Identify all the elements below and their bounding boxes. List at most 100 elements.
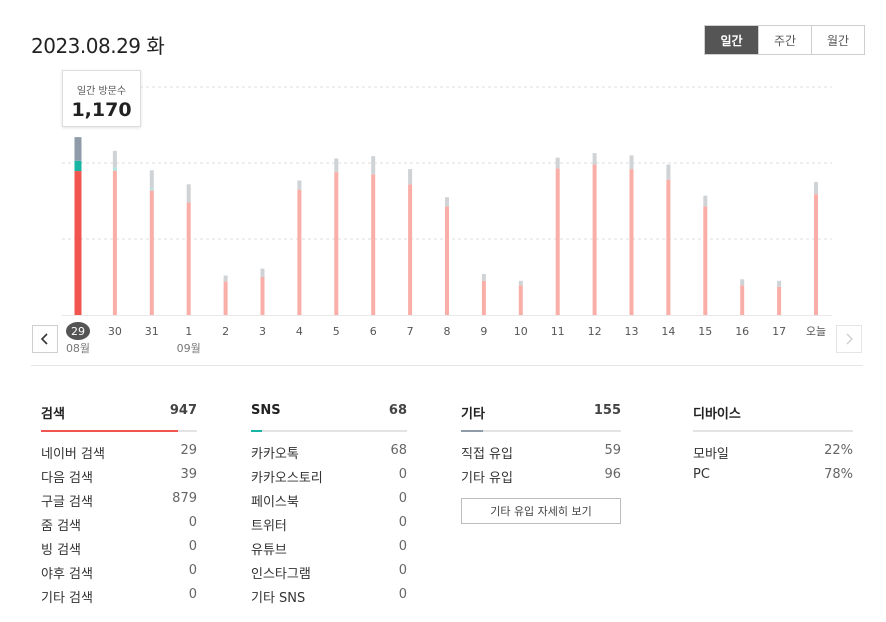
x-tick-label: 14	[661, 325, 675, 338]
bar-etc-segment	[740, 279, 745, 286]
bar-sns-segment	[74, 160, 82, 172]
stat-value: 78%	[824, 467, 853, 482]
search-stats-total: 947	[169, 403, 197, 418]
stat-label: 기타 유입	[461, 471, 513, 486]
date-title: 2023.08.29 화	[31, 34, 165, 58]
bar-etc-segment	[592, 153, 597, 165]
bar-search-segment	[149, 190, 154, 315]
sns-share-fill	[251, 430, 262, 432]
bar-etc-segment	[260, 268, 265, 277]
etc-stats-header: 기타 155	[461, 403, 621, 425]
stat-row: 줌 검색 0	[41, 515, 197, 539]
sns-stats: SNS 68 카카오톡 68 카카오스토리 0 페이스북 0 트위터 0 유튜브 0 인스…	[251, 403, 407, 611]
stat-value: 0	[188, 587, 197, 602]
bar-etc-segment	[186, 184, 191, 203]
x-tick-label: 4	[296, 325, 303, 338]
stat-label: 기타 SNS	[251, 591, 306, 606]
stat-row: 기타 유입 96	[461, 467, 621, 491]
stat-row: 다음 검색 39	[41, 467, 197, 491]
bar-search-segment	[408, 184, 413, 315]
bar-etc-segment	[408, 169, 413, 185]
sns-stats-total: 68	[388, 403, 407, 418]
bar-search-segment	[297, 189, 302, 315]
month-label: 08월	[66, 342, 90, 355]
x-tick-label: 15	[698, 325, 712, 338]
stat-label: 네이버 검색	[41, 447, 105, 462]
bar-etc-segment	[149, 170, 154, 189]
etc-share-bar	[461, 430, 621, 432]
bar-search-segment	[592, 164, 597, 315]
bar-etc-segment	[112, 150, 117, 168]
stat-label: 유튜브	[251, 543, 287, 558]
chevron-left-icon	[40, 333, 48, 345]
stat-row: 기타 검색 0	[41, 587, 197, 611]
search-stats-header: 검색 947	[41, 403, 197, 425]
stat-value: 879	[172, 491, 197, 506]
device-stats-title: 디바이스	[693, 407, 741, 422]
etc-stats: 기타 155 직접 유입 59 기타 유입 96 기타 유입 자세히 보기	[461, 403, 621, 524]
stat-row: 유튜브 0	[251, 539, 407, 563]
bar-search-segment	[481, 280, 486, 315]
x-tick-label: 1	[185, 325, 192, 338]
stat-row: 페이스북 0	[251, 491, 407, 515]
bar-sns-segment	[149, 188, 154, 191]
bar-search-segment	[703, 206, 708, 315]
chart-next-button[interactable]	[836, 325, 862, 353]
search-stats: 검색 947 네이버 검색 29 다음 검색 39 구글 검색 879 줌 검색 0 빙…	[41, 403, 197, 611]
stat-value: 0	[398, 467, 407, 482]
stat-row: 직접 유입 59	[461, 443, 621, 467]
stat-value: 29	[180, 443, 197, 458]
stat-value: 68	[390, 443, 407, 458]
search-share-bar	[41, 430, 197, 432]
bar-etc-segment	[814, 182, 818, 195]
stat-label: 기타 검색	[41, 591, 93, 606]
stat-label: 모바일	[693, 447, 729, 462]
stat-value: 0	[398, 515, 407, 530]
device-stats-header: 디바이스	[693, 403, 853, 425]
stat-row: 트위터 0	[251, 515, 407, 539]
bar-search-segment	[74, 171, 82, 315]
chevron-right-icon	[846, 333, 853, 345]
device-divider	[693, 430, 853, 432]
stat-row: 네이버 검색 29	[41, 443, 197, 467]
chart-prev-button[interactable]	[32, 325, 58, 353]
bar-search-segment	[740, 285, 745, 315]
stat-label: 페이스북	[251, 495, 299, 510]
tab-daily[interactable]: 일간	[705, 26, 758, 54]
stat-value: 0	[398, 491, 407, 506]
bar-etc-segment	[629, 155, 634, 170]
bar-etc-segment	[518, 280, 523, 286]
bar-search-segment	[629, 169, 634, 315]
stat-label: 카카오스토리	[251, 471, 323, 486]
tooltip-label: 일간 방문수	[76, 86, 127, 97]
stat-label: 인스타그램	[251, 567, 311, 582]
x-tick-label: 오늘	[806, 325, 826, 338]
sns-stats-header: SNS 68	[251, 403, 407, 425]
tab-monthly[interactable]: 월간	[811, 26, 864, 54]
x-tick-label: 17	[772, 325, 786, 338]
device-stats: 디바이스 모바일 22% PC 78%	[693, 403, 853, 491]
x-tick-label: 5	[333, 325, 340, 338]
bar-etc-segment	[555, 157, 560, 169]
bar-etc-segment	[371, 156, 376, 175]
stat-value: 0	[188, 539, 197, 554]
bar-etc-segment	[74, 137, 82, 161]
etc-detail-button[interactable]: 기타 유입 자세히 보기	[461, 498, 621, 524]
stat-row: 인스타그램 0	[251, 563, 407, 587]
stat-row: 모바일 22%	[693, 443, 853, 467]
bar-etc-segment	[445, 197, 449, 207]
stat-label: 직접 유입	[461, 447, 513, 462]
bar-search-segment	[666, 179, 671, 315]
x-tick-label: 2	[222, 325, 229, 338]
bar-search-segment	[112, 170, 117, 315]
sns-share-bar	[251, 430, 407, 432]
bar-search-segment	[814, 194, 818, 315]
bar-search-segment	[223, 281, 228, 315]
bar-search-segment	[555, 168, 560, 315]
stat-label: PC	[693, 467, 710, 482]
tab-weekly[interactable]: 주간	[758, 26, 811, 54]
bar-search-segment	[186, 202, 191, 315]
x-tick-label: 7	[407, 325, 414, 338]
stat-label: 빙 검색	[41, 543, 82, 558]
x-tick-label: 29	[71, 325, 85, 338]
